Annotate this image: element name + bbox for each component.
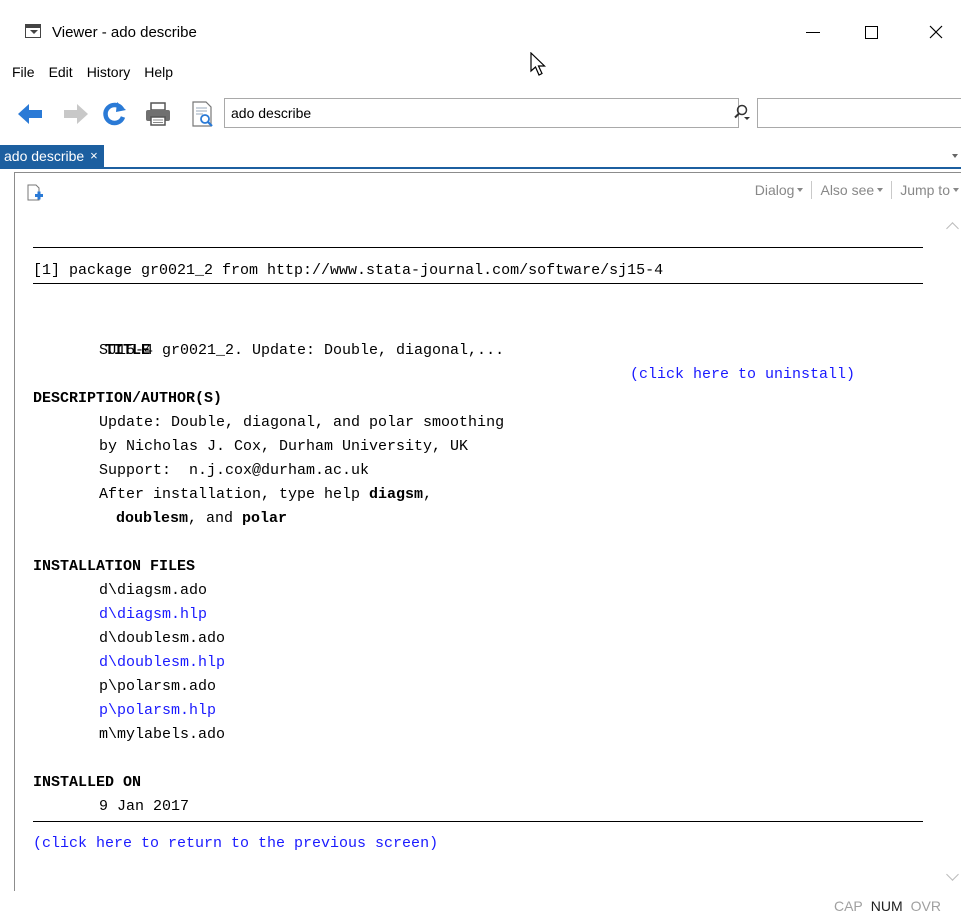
close-icon: [929, 25, 943, 39]
search-input[interactable]: [757, 98, 961, 128]
viewer-window: Viewer - ado describe File Edit History …: [0, 0, 961, 921]
after-install-line: doublesm, and polar: [116, 510, 288, 527]
tab-label: ado describe: [4, 148, 85, 164]
back-button[interactable]: [16, 100, 44, 128]
diagsm-command: diagsm: [369, 486, 424, 503]
maximize-button[interactable]: [848, 14, 894, 50]
file-link[interactable]: p\polarsm.hlp: [33, 699, 923, 723]
description-line: Support: n.j.cox@durham.ac.uk: [99, 462, 370, 479]
find-in-page-button[interactable]: [188, 100, 216, 128]
status-bar: CAP NUM OVR: [834, 898, 941, 914]
help-document: [1] package gr0021_2 from http://www.sta…: [33, 247, 923, 856]
search-icon[interactable]: [733, 103, 751, 126]
file-item: d\diagsm.ado: [99, 582, 208, 599]
caps-lock-indicator: CAP: [833, 898, 863, 914]
dialog-label: Dialog: [754, 182, 795, 198]
dialog-dropdown[interactable]: Dialog: [747, 182, 812, 198]
menu-bar: File Edit History Help: [0, 60, 961, 84]
new-viewer-button[interactable]: [26, 184, 44, 207]
command-input[interactable]: ado describe: [224, 98, 739, 128]
printer-icon: [146, 102, 170, 126]
menu-help[interactable]: Help: [144, 64, 173, 80]
installed-on-heading: INSTALLED ON: [33, 774, 142, 791]
file-link[interactable]: d\diagsm.hlp: [33, 603, 923, 627]
minimize-button[interactable]: [790, 14, 836, 50]
maximize-icon: [864, 25, 878, 39]
installation-files-heading: INSTALLATION FILES: [33, 558, 196, 575]
title-heading: TITLE: [105, 342, 151, 359]
title-text: SJ15-4 gr0021_2. Update: Double, diagona…: [99, 342, 505, 359]
also-see-dropdown[interactable]: Also see: [812, 182, 891, 198]
forward-arrow-icon: [64, 104, 88, 124]
after-install-line: After installation, type help diagsm,: [99, 486, 433, 503]
description-line: by Nicholas J. Cox, Durham University, U…: [99, 438, 469, 455]
refresh-button[interactable]: [100, 100, 128, 128]
file-link[interactable]: d\doublesm.hlp: [33, 651, 923, 675]
title-row: TITLE (click here to uninstall): [33, 315, 923, 383]
scroll-up-icon[interactable]: [946, 222, 959, 235]
tab-bar: ado describe ×: [0, 145, 961, 169]
file-item: p\polarsm.ado: [99, 678, 217, 695]
file-item: d\doublesm.ado: [99, 630, 226, 647]
package-line: [1] package gr0021_2 from http://www.sta…: [33, 262, 664, 279]
tab-dropdown-icon[interactable]: [952, 154, 958, 158]
mouse-cursor-icon: [530, 51, 548, 83]
window-title: Viewer - ado describe: [52, 24, 197, 41]
chevron-down-icon: [797, 188, 804, 192]
uninstall-link[interactable]: (click here to uninstall): [630, 363, 855, 387]
tab-close-icon[interactable]: ×: [90, 145, 98, 167]
divider: [33, 821, 923, 822]
scroll-down-icon[interactable]: [946, 868, 959, 881]
divider: [33, 247, 923, 248]
vertical-scrollbar[interactable]: [944, 210, 961, 891]
jump-to-label: Jump to: [900, 182, 950, 198]
tab-ado-describe[interactable]: ado describe ×: [0, 145, 104, 167]
viewer-subbar: Dialog Also see Jump to: [15, 173, 961, 209]
title-bar: Viewer - ado describe: [0, 0, 961, 56]
menu-history[interactable]: History: [87, 64, 131, 80]
description-heading: DESCRIPTION/AUTHOR(S): [33, 390, 223, 407]
overwrite-indicator: OVR: [910, 898, 941, 914]
chevron-down-icon: [877, 188, 884, 192]
file-item: m\mylabels.ado: [99, 726, 226, 743]
installed-date: 9 Jan 2017: [99, 798, 190, 815]
minimize-icon: [806, 31, 820, 33]
forward-button[interactable]: [62, 100, 90, 128]
menu-file[interactable]: File: [12, 64, 35, 80]
app-icon: [25, 24, 41, 38]
divider: [33, 283, 923, 284]
num-lock-indicator: NUM: [870, 898, 903, 914]
jump-to-dropdown[interactable]: Jump to: [892, 182, 961, 198]
print-button[interactable]: [144, 100, 172, 128]
new-tab-icon: [27, 184, 43, 201]
refresh-icon: [103, 102, 126, 126]
close-button[interactable]: [913, 14, 959, 50]
menu-edit[interactable]: Edit: [49, 64, 73, 80]
viewer-pane: Dialog Also see Jump to [1] package gr00…: [14, 172, 961, 891]
description-line: Update: Double, diagonal, and polar smoo…: [99, 414, 505, 431]
back-arrow-icon: [18, 104, 42, 124]
document-search-icon: [192, 101, 213, 127]
chevron-down-icon: [953, 188, 959, 192]
doublesm-command: doublesm: [116, 510, 189, 527]
polar-command: polar: [242, 510, 288, 527]
also-see-label: Also see: [820, 182, 875, 198]
viewer-links: Dialog Also see Jump to: [747, 181, 961, 199]
return-link[interactable]: (click here to return to the previous sc…: [33, 832, 923, 856]
